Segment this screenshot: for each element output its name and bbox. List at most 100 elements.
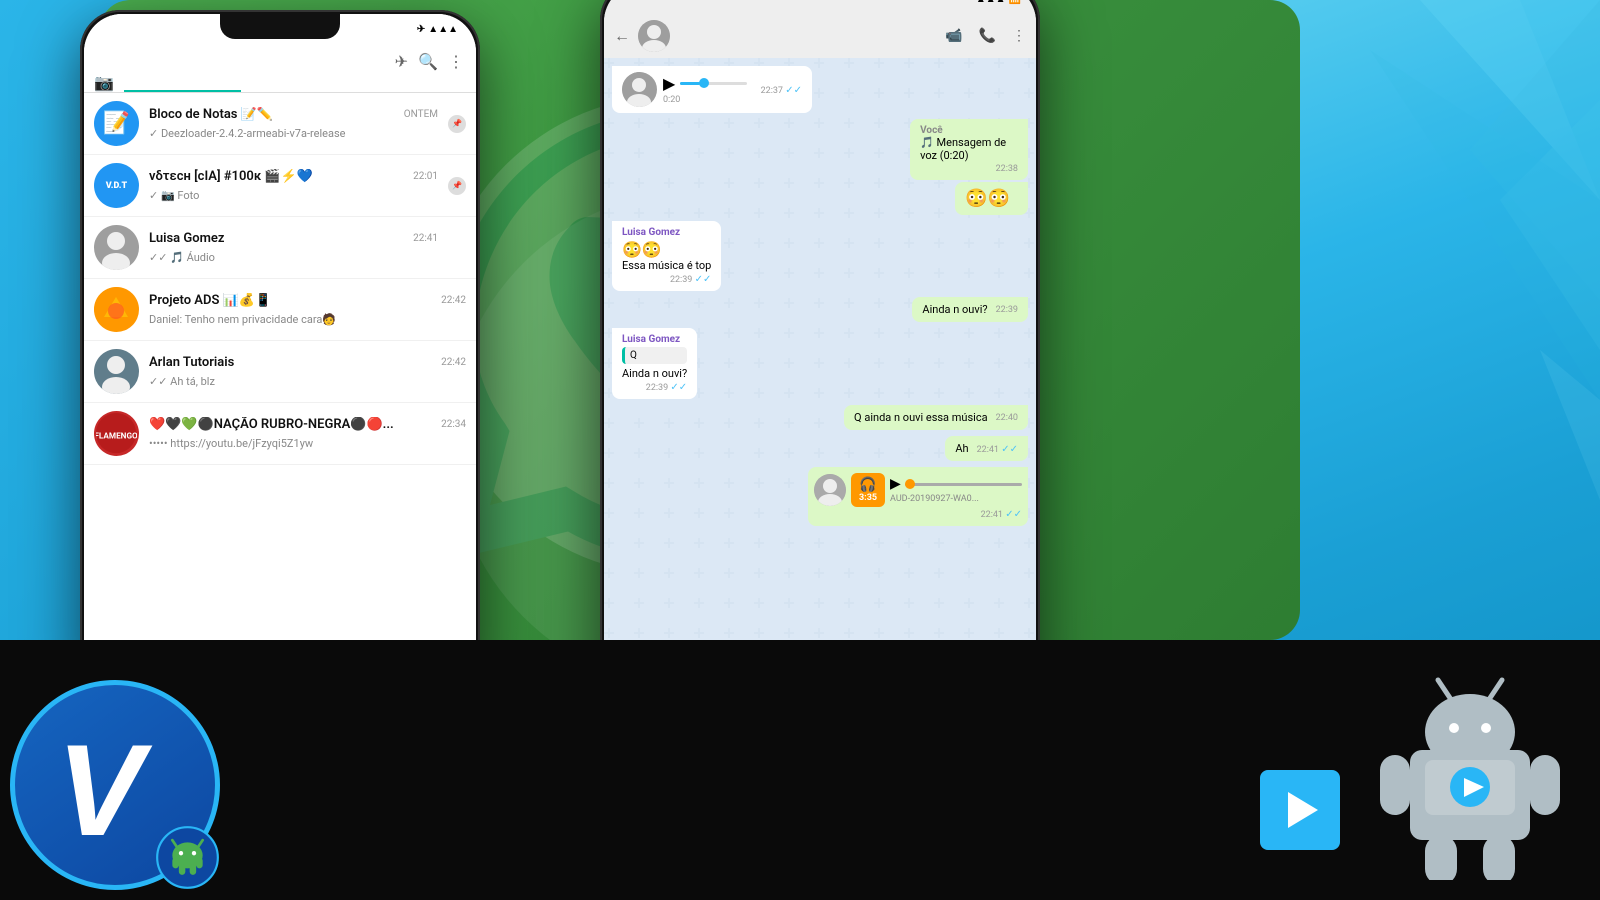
chat-time-2: 22:01 (413, 171, 438, 182)
airplane-icon: ✈ (417, 24, 425, 35)
vdt-v-letter: V (57, 725, 144, 855)
bottom-bar (0, 640, 1600, 900)
chat-avatar-6: FLAMENGO (94, 411, 139, 456)
android-robot-large (1370, 670, 1570, 880)
right-phone: ▲▲▲ 📶 ← 📹 📞 ⋮ (600, 0, 1040, 710)
chat-name-5: Arlan Tutoriais (149, 355, 234, 370)
chat-pin-3 (448, 239, 466, 257)
chat-content-2: νδτεcн [cΙΑ] #100к 🎬⚡💙 22:01 ✓ 📷 Foto (149, 169, 438, 203)
msg-sent-4: Ah 22:41 ✓✓ (945, 436, 1028, 461)
msg-time-8: 22:41 ✓✓ (981, 509, 1022, 520)
chat-msg-2: ✓ 📷 Foto (149, 189, 199, 202)
tab-camera[interactable]: 📷 (84, 73, 124, 92)
play-icon-audio1[interactable]: ▶ (663, 74, 675, 93)
signal-bars-icon: ▲▲▲ (976, 0, 1006, 5)
header-icons[interactable]: ✈ 🔍 ⋮ (395, 52, 464, 71)
chat-content-4: Projeto ADS 📊💰📱 22:42 Daniel: Tenho nem … (149, 293, 466, 327)
wifi-icon: 📶 (1009, 0, 1021, 5)
chat-item-3[interactable]: Luisa Gomez 22:41 ✓✓ 🎵 Áudio (84, 217, 476, 279)
camera-icon: 📷 (94, 73, 114, 92)
chat-content-6: ❤️🖤💚⚫NAÇÃO RUBRO-NEGRA⚫🔴... 22:34 ••••• … (149, 417, 466, 451)
videocall-icon[interactable]: 📹 (945, 28, 962, 44)
chat-item-6[interactable]: FLAMENGO ❤️🖤💚⚫NAÇÃO RUBRO-NEGRA⚫🔴... 22:… (84, 403, 476, 465)
vdt-android-badge (155, 825, 220, 890)
chat-item-1[interactable]: 📝 Bloco de Notas 📝✏️ ONTEM ✓ Deezloader-… (84, 93, 476, 155)
chat-time-3: 22:41 (413, 233, 438, 244)
tab-chamadas[interactable] (359, 73, 476, 92)
msg-time-6: 22:40 (996, 413, 1018, 423)
chat-msg-1: ✓ Deezloader-2.4.2-armeabi-v7a-release (149, 127, 345, 140)
chat-msg-3: ✓✓ 🎵 Áudio (149, 251, 215, 264)
chat-avatar-2: V.D.T (94, 163, 139, 208)
chat-avatar-header (638, 20, 670, 52)
chat-time-1: ONTEM (404, 109, 438, 120)
msg-sent-emojis: 😳😳 (955, 182, 1028, 215)
chat-time-5: 22:42 (441, 357, 466, 368)
chat-item-2[interactable]: V.D.T νδτεcн [cΙΑ] #100к 🎬⚡💙 22:01 ✓ 📷 F… (84, 155, 476, 217)
chat-name-3: Luisa Gomez (149, 231, 224, 246)
chat-msg-5: ✓✓ Ah tá, blz (149, 375, 215, 388)
msg-time-3: 22:39 ✓✓ (670, 274, 711, 285)
tab-conversas[interactable] (124, 73, 241, 92)
chat-msg-4: Daniel: Tenho nem privacidade cara🧑 (149, 313, 336, 326)
msg-text-4: Ah (955, 442, 968, 455)
chat-header-right[interactable]: ← 📹 📞 ⋮ (604, 14, 1036, 58)
chat-time-4: 22:42 (441, 295, 466, 306)
headphone-icon: 🎧 (859, 477, 876, 493)
status-icons-right: ▲▲▲ 📶 (976, 0, 1021, 5)
status-icons-left: ✈ ▲▲▲ (417, 24, 461, 35)
call-icon[interactable]: 📞 (979, 28, 996, 44)
tab-status[interactable] (241, 73, 358, 92)
msg-time-1: 22:37 ✓✓ (761, 85, 802, 96)
signal-icon: ▲▲▲ (428, 24, 458, 35)
chat-name-4: Projeto ADS 📊💰📱 (149, 293, 271, 308)
chat-content-5: Arlan Tutoriais 22:42 ✓✓ Ah tá, blz (149, 355, 466, 389)
chat-content-1: Bloco de Notas 📝✏️ ONTEM ✓ Deezloader-2.… (149, 107, 438, 141)
msg-group-sent-1: Você 🎵 Mensagem de voz (0:20) 22:38 😳😳 (871, 119, 1028, 215)
message-area: ▶ 0:20 22:37 ✓✓ Você 🎵 Men (604, 58, 1036, 666)
chat-item-5[interactable]: Arlan Tutoriais 22:42 ✓✓ Ah tá, blz (84, 341, 476, 403)
msg-audio-received: ▶ 0:20 22:37 ✓✓ (612, 66, 812, 113)
menu-icon[interactable]: ⋮ (448, 52, 464, 71)
audio-filename: AUD-20190927-WA0... (890, 494, 1022, 504)
left-phone: ✈ ▲▲▲ ✈ 🔍 ⋮ (80, 10, 480, 690)
quote-text: Q (630, 350, 637, 361)
chat-time-6: 22:34 (441, 419, 466, 430)
msg-sender-luisa-2: Luisa Gomez (622, 334, 687, 345)
msg-received-2: Luisa Gomez Q Ainda n ouvi? 22:39 ✓✓ (612, 328, 697, 399)
chat-avatar-3 (94, 225, 139, 270)
chat-msg-6: ••••• https://youtu.be/jFzyqi5Z1yw (149, 437, 313, 450)
chat-avatar-1: 📝 (94, 101, 139, 146)
status-bar-right: ▲▲▲ 📶 (604, 0, 1036, 14)
msg-time-5: 22:39 ✓✓ (646, 382, 687, 393)
svg-text:FLAMENGO: FLAMENGO (96, 432, 137, 442)
msg-received-1: Luisa Gomez 😳😳 Essa música é top 22:39 ✓… (612, 221, 721, 291)
msg-sent-1: Você 🎵 Mensagem de voz (0:20) 22:38 (910, 119, 1028, 180)
wa-header: ✈ 🔍 ⋮ (84, 44, 476, 71)
chat-list: 📝 Bloco de Notas 📝✏️ ONTEM ✓ Deezloader-… (84, 93, 476, 465)
audio-duration: 3:35 (859, 493, 877, 503)
more-icon[interactable]: ⋮ (1012, 28, 1026, 44)
play-icon-audio2[interactable]: ▶ (890, 476, 901, 492)
chat-item-4[interactable]: Projeto ADS 📊💰📱 22:42 Daniel: Tenho nem … (84, 279, 476, 341)
back-icon[interactable]: ← (614, 26, 630, 46)
airplane-mode-icon[interactable]: ✈ (395, 52, 408, 71)
chat-name-6: ❤️🖤💚⚫NAÇÃO RUBRO-NEGRA⚫🔴... (149, 417, 394, 432)
msg-text-3: Q ainda n ouvi essa música (854, 411, 988, 424)
msg-sender-luisa: Luisa Gomez (622, 227, 711, 238)
msg-audio-sent: 🎧 3:35 ▶ AUD-20190927-WA0... (808, 467, 1028, 526)
play-button[interactable] (1260, 770, 1340, 850)
msg-sent-2: Ainda n ouvi? 22:39 (912, 297, 1028, 322)
vdt-logo: V (10, 680, 220, 890)
chat-content-3: Luisa Gomez 22:41 ✓✓ 🎵 Áudio (149, 231, 438, 265)
msg-time-4: 22:39 (996, 305, 1018, 315)
chat-name-2: νδτεcн [cΙΑ] #100к 🎬⚡💙 (149, 169, 313, 184)
msg-text-2: Ainda n ouvi? (922, 303, 987, 316)
wa-tabs: 📷 (84, 73, 476, 93)
search-icon[interactable]: 🔍 (418, 52, 438, 71)
chat-avatar-5 (94, 349, 139, 394)
msg-time-7: 22:41 ✓✓ (977, 444, 1018, 455)
phone-notch (220, 14, 340, 39)
msg-time-2: 22:38 (996, 164, 1018, 174)
chat-pin-2: 📌 (448, 177, 466, 195)
